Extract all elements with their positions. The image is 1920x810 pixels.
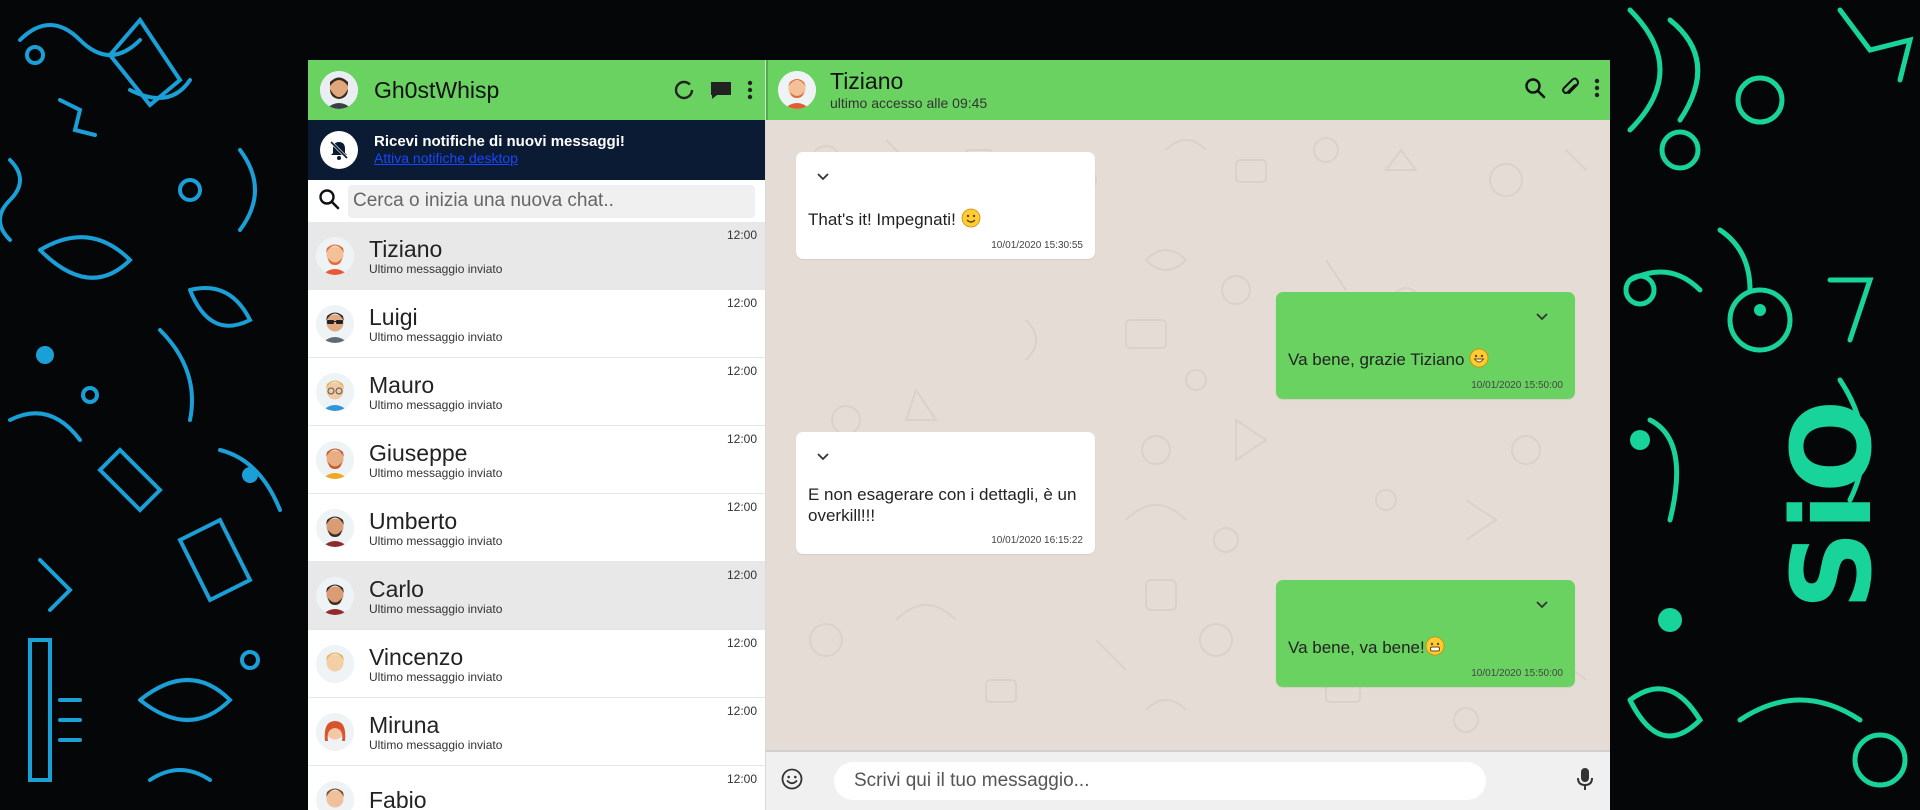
chat-header: Tiziano ultimo accesso alle 09:45 — [766, 60, 1610, 120]
profile-name: Gh0stWhisp — [374, 76, 500, 103]
profile-avatar[interactable] — [320, 71, 358, 109]
contact-tiziano[interactable]: Tiziano Ultimo messaggio inviato 12:00 — [308, 222, 765, 290]
chat-contact-avatar[interactable] — [778, 71, 816, 109]
message-timestamp: 10/01/2020 15:50:00 — [1471, 668, 1563, 679]
contact-avatar — [316, 644, 354, 683]
contact-name: Carlo — [369, 575, 424, 602]
contact-name: Fabio — [369, 786, 427, 810]
search-icon — [318, 188, 342, 215]
chat-app: Gh0stWhisp Ricevi notifiche di nuovi mes… — [308, 60, 1610, 810]
contact-list: Tiziano Ultimo messaggio inviato 12:00 Luig… — [308, 222, 765, 810]
grimace-emoji-icon — [1425, 636, 1445, 657]
message-area[interactable]: That's it! Impegnati! 10/01/2020 15:30:5… — [766, 120, 1610, 750]
contact-last-message: Ultimo messaggio inviato — [369, 397, 503, 412]
chevron-down-icon[interactable] — [816, 172, 830, 182]
contact-avatar — [316, 576, 354, 615]
contact-avatar — [316, 236, 354, 275]
grin-emoji-icon — [1469, 348, 1489, 369]
contact-name: Miruna — [369, 711, 440, 738]
message-text: Va bene, va bene! — [1288, 638, 1425, 657]
sidebar-header: Gh0stWhisp — [308, 60, 765, 120]
outgoing-message[interactable]: Va bene, grazie Tiziano 10/01/2020 15:50… — [1276, 292, 1575, 399]
message-text: That's it! Impegnati! — [808, 210, 961, 229]
contact-avatar — [316, 304, 354, 343]
contact-umberto[interactable]: Umberto Ultimo messaggio inviato 12:00 — [308, 494, 765, 562]
chevron-down-icon[interactable] — [1535, 600, 1549, 610]
message-timestamp: 10/01/2020 15:30:55 — [991, 240, 1083, 251]
bell-off-icon — [320, 131, 358, 169]
contact-last-message: Ultimo messaggio inviato — [369, 329, 503, 344]
chat-contact-status: ultimo accesso alle 09:45 — [830, 95, 988, 111]
message-timestamp: 10/01/2020 16:15:22 — [991, 535, 1083, 546]
sidebar: Gh0stWhisp Ricevi notifiche di nuovi mes… — [308, 60, 766, 810]
contact-avatar — [316, 508, 354, 547]
incoming-message[interactable]: E non esagerare con i dettagli, è un ove… — [796, 432, 1095, 554]
contact-time: 12:00 — [726, 704, 757, 718]
contact-last-message: Ultimo messaggio inviato — [369, 601, 503, 616]
contact-avatar — [316, 780, 354, 810]
contact-time: 12:00 — [726, 500, 757, 514]
contact-carlo[interactable]: Carlo Ultimo messaggio inviato 12:00 — [308, 562, 765, 630]
emoji-icon[interactable] — [780, 767, 806, 796]
contact-last-message: Ultimo messaggio inviato — [369, 669, 503, 684]
contact-name: Umberto — [369, 507, 458, 534]
contact-last-message: Ultimo messaggio inviato — [369, 465, 503, 480]
contact-miruna[interactable]: Miruna Ultimo messaggio inviato 12:00 — [308, 698, 765, 766]
contact-time: 12:00 — [726, 568, 757, 582]
contact-giuseppe[interactable]: Giuseppe Ultimo messaggio inviato 12:00 — [308, 426, 765, 494]
svg-text:SiO: SiO — [1768, 400, 1896, 610]
contact-time: 12:00 — [726, 636, 757, 650]
contact-avatar — [316, 712, 354, 751]
notification-title: Ricevi notifiche di nuovi messaggi! — [374, 133, 625, 150]
contact-name: Tiziano — [369, 235, 443, 262]
chat-pane: Tiziano ultimo accesso alle 09:45 That's… — [766, 60, 1610, 810]
enable-notifications-link[interactable]: Attiva notifiche desktop — [374, 150, 625, 167]
incoming-message[interactable]: That's it! Impegnati! 10/01/2020 15:30:5… — [796, 152, 1095, 259]
contact-time: 12:00 — [726, 364, 757, 378]
contact-last-message: Ultimo messaggio inviato — [369, 261, 503, 276]
contact-time: 12:00 — [726, 772, 757, 786]
contact-mauro[interactable]: Mauro Ultimo messaggio inviato 12:00 — [308, 358, 765, 426]
contact-luigi[interactable]: Luigi Ultimo messaggio inviato 12:00 — [308, 290, 765, 358]
contact-time: 12:00 — [726, 296, 757, 310]
message-text: E non esagerare con i dettagli, è un ove… — [808, 485, 1077, 525]
menu-icon[interactable] — [1594, 78, 1600, 103]
contact-time: 12:00 — [726, 432, 757, 446]
contact-last-message: Ultimo messaggio inviato — [369, 533, 503, 548]
contact-name: Mauro — [369, 371, 435, 398]
menu-icon[interactable] — [747, 80, 753, 100]
outgoing-message[interactable]: Va bene, va bene! 10/01/2020 15:50:00 — [1276, 580, 1575, 687]
microphone-icon[interactable] — [1576, 767, 1594, 796]
chat-contact-name: Tiziano — [830, 68, 904, 94]
chevron-down-icon[interactable] — [1535, 312, 1549, 322]
wallpaper-left — [0, 0, 308, 810]
contact-fabio[interactable]: Fabio 12:00 — [308, 766, 765, 810]
contact-time: 12:00 — [726, 228, 757, 242]
search-icon[interactable] — [1524, 77, 1546, 104]
contact-last-message: Ultimo messaggio inviato — [369, 737, 503, 752]
search-bar — [308, 180, 765, 222]
message-input[interactable] — [834, 762, 1486, 800]
wallpaper-right: SiO — [1610, 0, 1920, 810]
smile-emoji-icon — [961, 208, 981, 229]
contact-name: Vincenzo — [369, 643, 464, 670]
contact-name: Luigi — [369, 303, 418, 330]
message-text: Va bene, grazie Tiziano — [1288, 350, 1470, 369]
chevron-down-icon[interactable] — [816, 452, 830, 462]
contact-name: Giuseppe — [369, 439, 468, 466]
paperclip-icon[interactable] — [1560, 77, 1580, 104]
compose-bar — [766, 750, 1610, 810]
new-chat-icon[interactable] — [709, 79, 733, 101]
notification-banner: Ricevi notifiche di nuovi messaggi! Atti… — [308, 120, 765, 180]
contact-vincenzo[interactable]: Vincenzo Ultimo messaggio inviato 12:00 — [308, 630, 765, 698]
message-timestamp: 10/01/2020 15:50:00 — [1471, 380, 1563, 391]
search-input[interactable] — [348, 184, 755, 218]
contact-avatar — [316, 372, 354, 411]
status-icon[interactable] — [673, 79, 695, 101]
contact-avatar — [316, 440, 354, 479]
